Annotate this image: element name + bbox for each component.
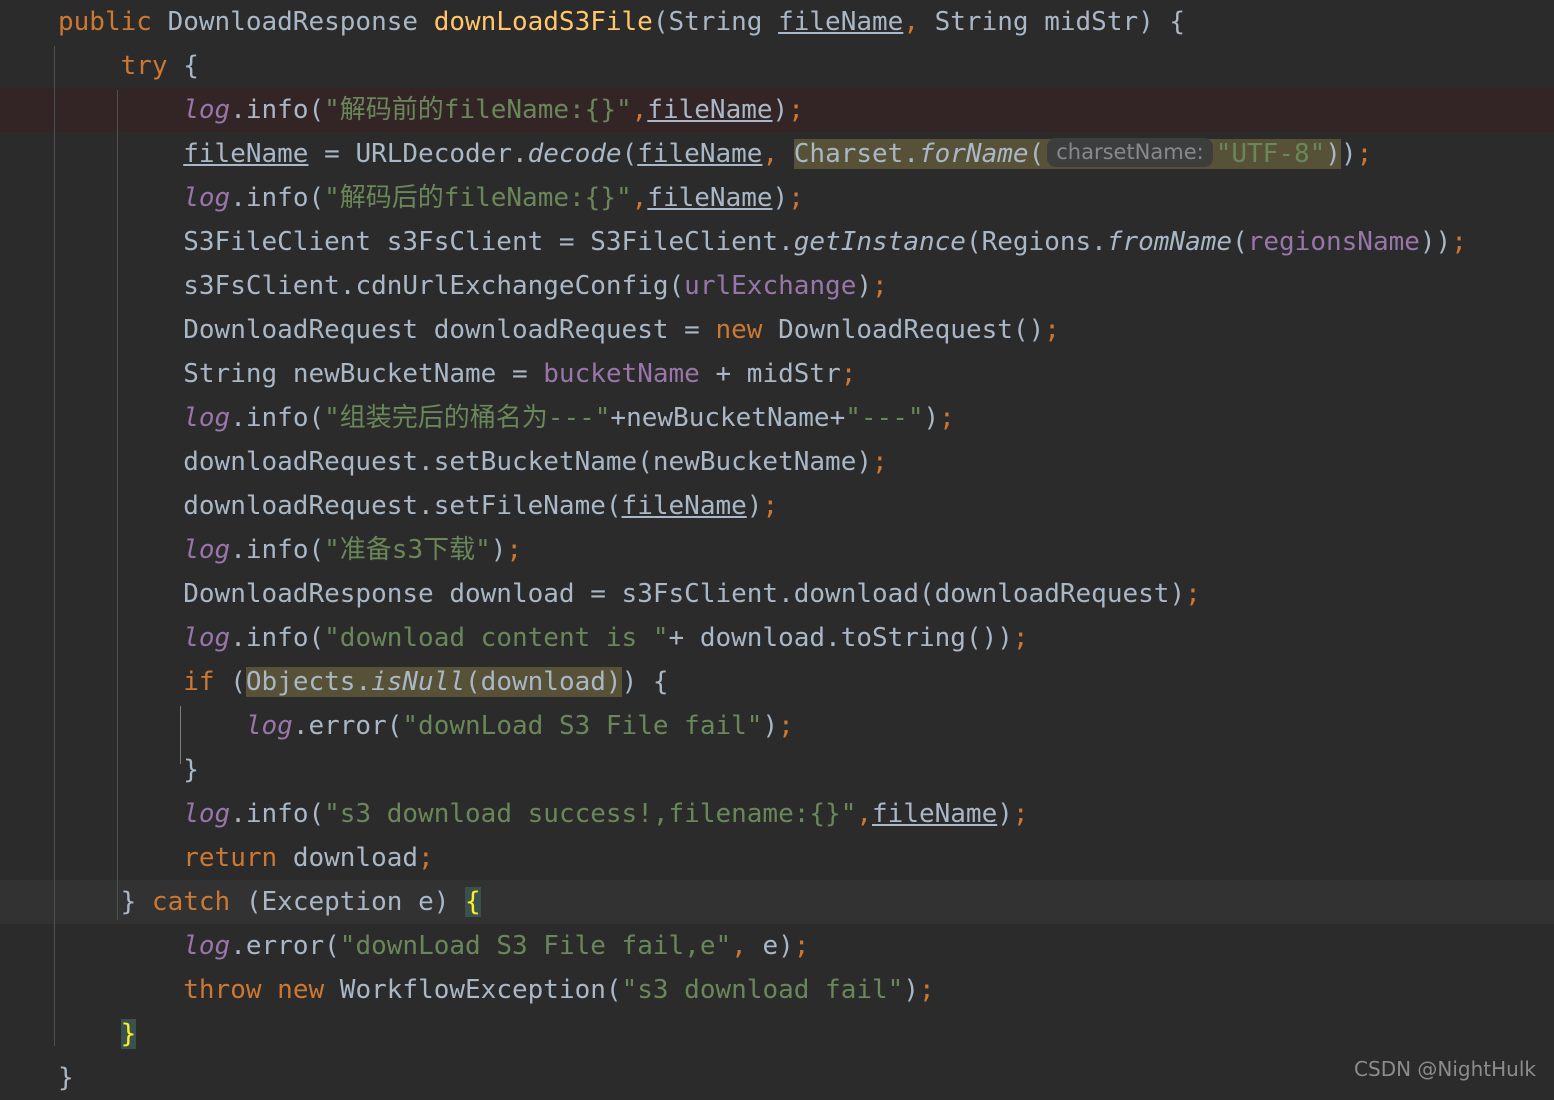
code-line[interactable]: DownloadRequest downloadRequest = new Do…: [0, 308, 1554, 352]
brace-match-open: {: [465, 887, 481, 917]
code-line[interactable]: log.info("组装完后的桶名为---"+newBucketName+"--…: [0, 396, 1554, 440]
code-line[interactable]: log.info("解码后的fileName:{}",fileName);: [0, 176, 1554, 220]
code-line[interactable]: return download;: [0, 836, 1554, 880]
code-line[interactable]: log.error("downLoad S3 File fail,e", e);: [0, 924, 1554, 968]
code-line[interactable]: log.info("s3 download success!,filename:…: [0, 792, 1554, 836]
code-line[interactable]: log.info("解码前的fileName:{}",fileName);: [0, 88, 1554, 132]
code-editor[interactable]: public DownloadResponse downLoadS3File(S…: [0, 0, 1554, 1093]
code-line[interactable]: downloadRequest.setFileName(fileName);: [0, 484, 1554, 528]
code-line[interactable]: S3FileClient s3FsClient = S3FileClient.g…: [0, 220, 1554, 264]
code-line[interactable]: fileName = URLDecoder.decode(fileName, C…: [0, 132, 1554, 176]
code-line[interactable]: public DownloadResponse downLoadS3File(S…: [0, 0, 1554, 44]
code-line[interactable]: }: [0, 1056, 1554, 1100]
code-line[interactable]: log.info("准备s3下载");: [0, 528, 1554, 572]
code-line[interactable]: try {: [0, 44, 1554, 88]
code-line[interactable]: }: [0, 1012, 1554, 1056]
code-line[interactable]: if (Objects.isNull(download)) {: [0, 660, 1554, 704]
code-line[interactable]: throw new WorkflowException("s3 download…: [0, 968, 1554, 1012]
code-line[interactable]: s3FsClient.cdnUrlExchangeConfig(urlExcha…: [0, 264, 1554, 308]
watermark: CSDN @NightHulk: [1354, 1057, 1536, 1081]
code-line[interactable]: String newBucketName = bucketName + midS…: [0, 352, 1554, 396]
code-line[interactable]: downloadRequest.setBucketName(newBucketN…: [0, 440, 1554, 484]
code-line[interactable]: log.info("download content is "+ downloa…: [0, 616, 1554, 660]
brace-match-close: }: [120, 1019, 137, 1049]
inlay-hint-charset-name: charsetName:: [1047, 138, 1213, 167]
code-line[interactable]: }: [0, 748, 1554, 792]
code-line[interactable]: } catch (Exception e) {: [0, 880, 1554, 924]
code-line[interactable]: log.error("downLoad S3 File fail");: [0, 704, 1554, 748]
code-line[interactable]: DownloadResponse download = s3FsClient.d…: [0, 572, 1554, 616]
usage-highlight: Objects.isNull(download): [245, 667, 622, 697]
usage-highlight: Charset.forName(charsetName: "UTF-8"): [793, 138, 1341, 169]
